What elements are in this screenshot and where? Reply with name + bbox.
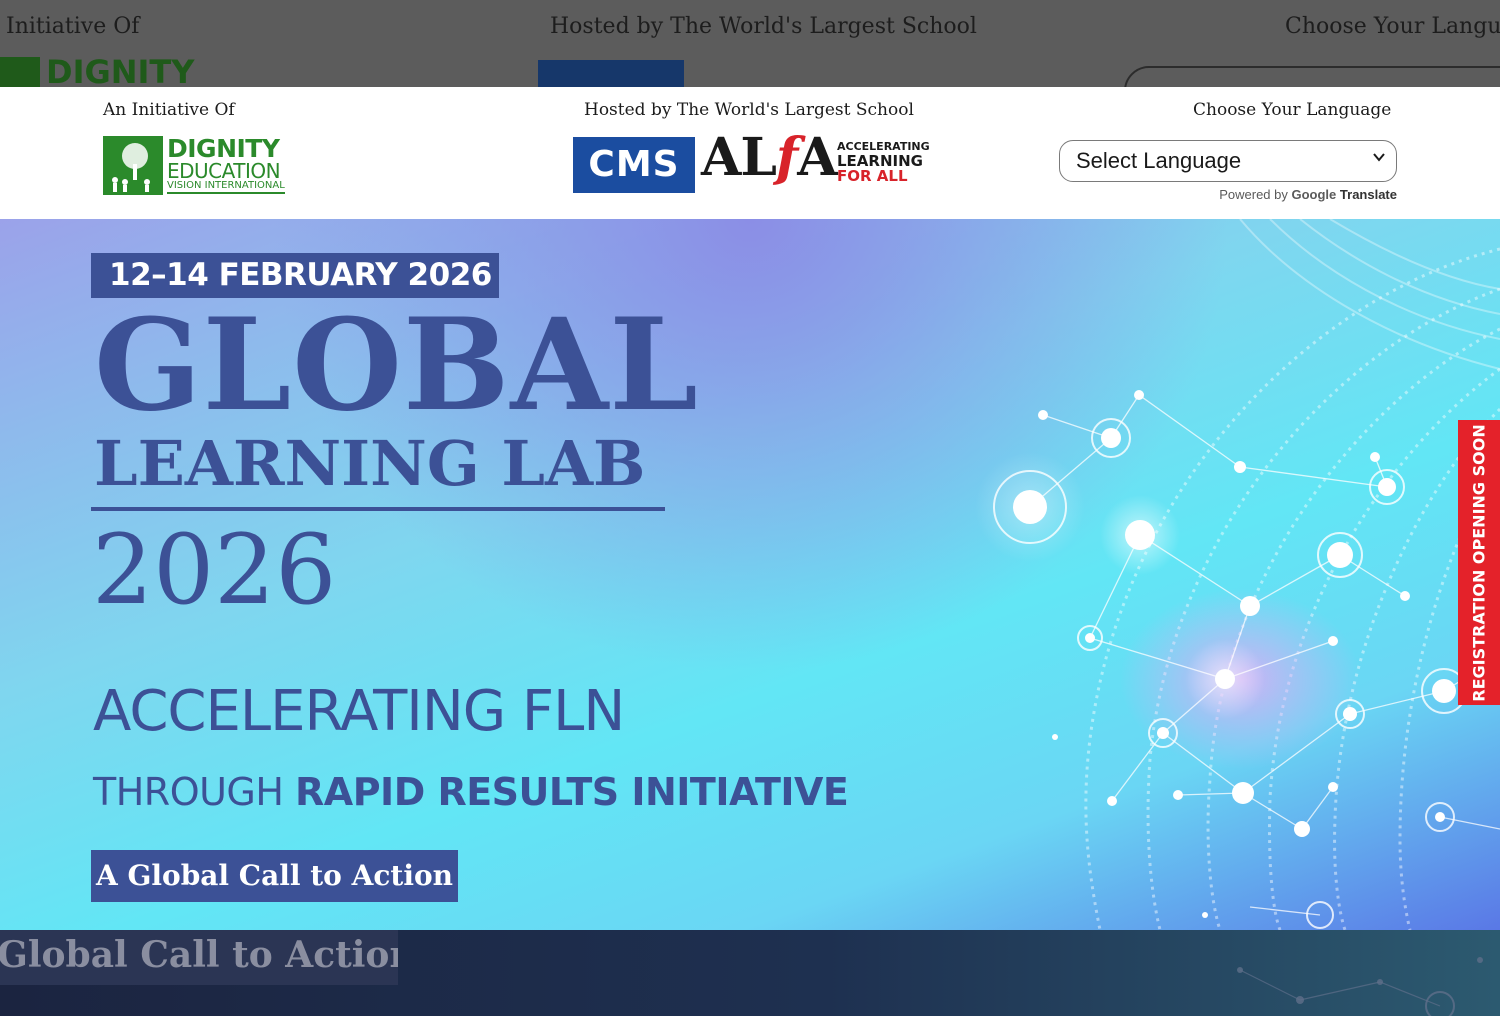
- global-call-to-action-button[interactable]: A Global Call to Action: [91, 850, 458, 902]
- background-network-decoration: [1237, 957, 1483, 1016]
- language-select[interactable]: Select Language: [1059, 140, 1397, 182]
- alfa-logo-prefix: AL: [701, 127, 777, 188]
- cms-logo[interactable]: CMS: [573, 137, 695, 193]
- title-year: 2026: [92, 514, 337, 626]
- registration-opening-soon-tab[interactable]: REGISTRATION OPENING SOON: [1458, 420, 1500, 705]
- popup-header: An Initiative Of Hosted by The World's L…: [0, 87, 1500, 219]
- tagline: THROUGH RAPID RESULTS INITIATIVE: [93, 767, 849, 817]
- subtitle-accelerating-fln: ACCELERATING FLN: [93, 679, 625, 744]
- background-initiative-label: Initiative Of: [6, 14, 140, 39]
- language-label: Choose Your Language: [1193, 100, 1392, 120]
- title-learning-lab: LEARNING LAB: [94, 427, 646, 500]
- background-hosted-label: Hosted by The World's Largest School: [550, 14, 977, 39]
- registration-tab-label: REGISTRATION OPENING SOON: [1469, 423, 1489, 702]
- background-dignity-logo: DIGNITY: [0, 53, 195, 91]
- hosted-label: Hosted by The World's Largest School: [584, 100, 914, 120]
- event-banner[interactable]: 12–14 FEBRUARY 2026 GLOBAL LEARNING LAB …: [0, 219, 1500, 930]
- dignity-education-logo[interactable]: DIGNITY EDUCATION VISION INTERNATIONAL: [103, 134, 293, 196]
- powered-by-prefix: Powered by: [1219, 187, 1288, 202]
- language-select-value: Select Language: [1076, 148, 1242, 173]
- dignity-tree-icon: [103, 136, 163, 195]
- background-dignity-tree-icon: [0, 57, 40, 87]
- alfa-logo-tagline: ACCELERATING LEARNING FOR ALL: [837, 139, 930, 184]
- alfa-tag-line3: FOR ALL: [837, 167, 908, 185]
- background-cta-label: Global Call to Action: [0, 934, 398, 976]
- tagline-prefix: THROUGH: [93, 770, 284, 814]
- event-popup: An Initiative Of Hosted by The World's L…: [0, 87, 1500, 930]
- dignity-logo-line3: VISION INTERNATIONAL: [167, 180, 285, 194]
- google-logo-text: Google: [1291, 187, 1337, 202]
- title-global: GLOBAL: [94, 291, 699, 439]
- powered-by-google-translate[interactable]: Powered by Google Translate: [1219, 187, 1397, 202]
- translate-label: Translate: [1339, 187, 1397, 202]
- tagline-bold: RAPID RESULTS INITIATIVE: [295, 770, 849, 814]
- chevron-down-icon: [1372, 150, 1386, 167]
- background-dignity-word: DIGNITY: [46, 53, 195, 91]
- alfa-logo-suffix: A: [797, 127, 837, 188]
- alfa-logo[interactable]: ALfA: [701, 127, 838, 188]
- google-logo: Google: [1292, 187, 1337, 202]
- background-language-label: Choose Your Langua: [1285, 14, 1500, 39]
- alfa-logo-f: f: [775, 127, 798, 188]
- background-cms-logo: [538, 60, 684, 90]
- initiative-label: An Initiative Of: [103, 100, 235, 120]
- background-cta-button: . Global Call to Action: [0, 930, 398, 985]
- title-underline: [91, 507, 665, 511]
